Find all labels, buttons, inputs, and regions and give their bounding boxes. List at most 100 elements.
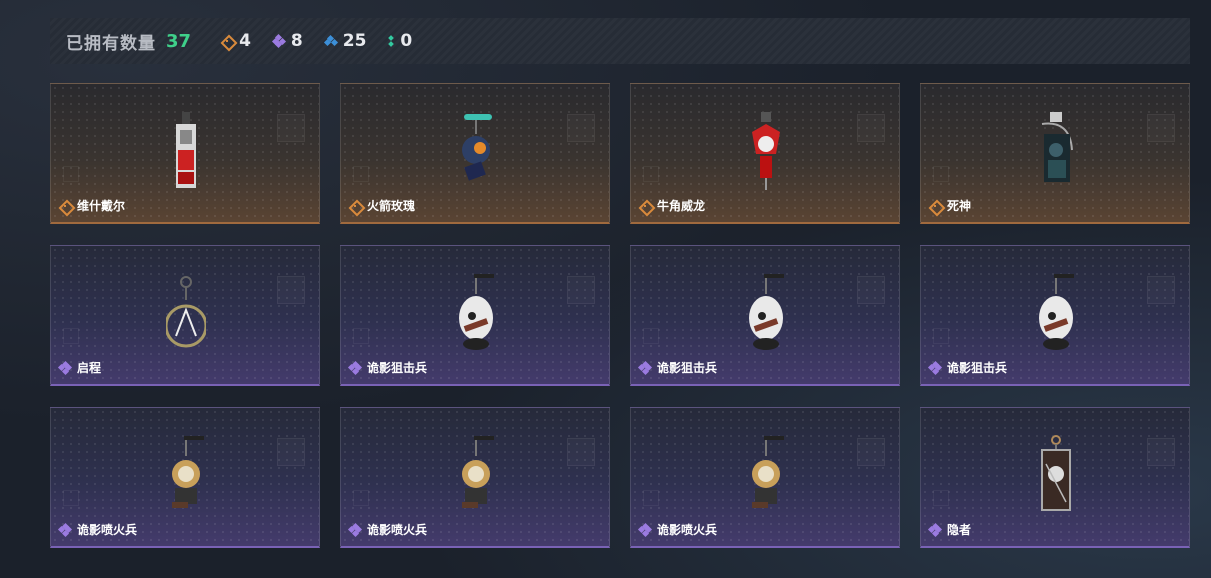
pendant-card[interactable]: 死神 (920, 83, 1190, 224)
purple-rarity-icon (927, 522, 943, 537)
hermit-card-pendant-icon (1036, 434, 1076, 518)
rarity-stat-blue: 25 (323, 31, 367, 51)
reaper-pendant-icon (1036, 110, 1076, 194)
decorative-square (353, 490, 369, 506)
pendant-name: 诡影狙击兵 (657, 361, 718, 375)
decorative-square (643, 166, 659, 182)
card-label: 诡影喷火兵 (347, 521, 428, 538)
pendant-name: 死神 (947, 199, 972, 213)
decorative-square (277, 114, 305, 142)
decorative-square (63, 166, 79, 182)
decorative-square (857, 276, 885, 304)
shadow-sniper-pendant-icon (456, 272, 496, 356)
pendant-card[interactable]: 火箭玫瑰 (340, 83, 610, 224)
decorative-square (353, 328, 369, 344)
purple-rarity-icon (347, 360, 363, 375)
pendant-name: 诡影狙击兵 (367, 361, 428, 375)
card-label: 维什戴尔 (59, 197, 125, 214)
decorative-square (353, 166, 369, 182)
card-label: 诡影狙击兵 (347, 359, 428, 376)
shadow-flamethrower-pendant-icon (166, 434, 206, 518)
decorative-square (63, 490, 79, 506)
decorative-square (1147, 438, 1175, 466)
purple-rarity-icon (271, 33, 286, 49)
collection-summary-bar: 已拥有数量 37 4 8 25 0 (50, 18, 1190, 64)
decorative-square (277, 438, 305, 466)
decorative-square (857, 438, 885, 466)
purple-rarity-icon (57, 522, 73, 537)
purple-rarity-icon (927, 360, 943, 375)
decorative-square (567, 114, 595, 142)
pendant-card[interactable]: 诡影喷火兵 (340, 407, 610, 548)
ring-pendant-icon (164, 272, 208, 356)
green-count: 0 (400, 31, 413, 51)
rarity-stat-gold: 4 (221, 31, 251, 51)
pendant-card[interactable]: 维什戴尔 (50, 83, 320, 224)
rocket-rose-pendant-icon (456, 110, 496, 194)
decorative-square (933, 490, 949, 506)
decorative-square (857, 114, 885, 142)
pendant-name: 诡影喷火兵 (77, 523, 138, 537)
card-label: 启程 (57, 359, 102, 376)
decorative-square (1147, 276, 1175, 304)
decorative-square (643, 328, 659, 344)
green-rarity-icon (388, 35, 395, 47)
decorative-square (933, 328, 949, 344)
gold-rarity-icon (59, 200, 71, 212)
card-label: 诡影狙击兵 (927, 359, 1008, 376)
blue-count: 25 (342, 31, 367, 51)
shadow-sniper-pendant-icon (746, 272, 786, 356)
shadow-flamethrower-pendant-icon (456, 434, 496, 518)
decorative-square (567, 438, 595, 466)
pendant-card[interactable]: 隐者 (920, 407, 1190, 548)
gold-rarity-icon (349, 200, 361, 212)
gold-rarity-icon (221, 35, 233, 47)
pendant-card[interactable]: 诡影狙击兵 (920, 245, 1190, 386)
card-label: 火箭玫瑰 (349, 197, 415, 214)
rarity-stat-purple: 8 (271, 31, 303, 51)
card-label: 死神 (929, 197, 971, 214)
shadow-flamethrower-pendant-icon (746, 434, 786, 518)
decorative-square (643, 490, 659, 506)
gold-count: 4 (239, 31, 251, 51)
pendant-card[interactable]: 诡影狙击兵 (340, 245, 610, 386)
decorative-square (277, 276, 305, 304)
decorative-square (63, 328, 79, 344)
purple-rarity-icon (637, 522, 653, 537)
decorative-square (567, 276, 595, 304)
card-label: 诡影喷火兵 (637, 521, 718, 538)
owned-label: 已拥有数量 (66, 33, 156, 54)
purple-rarity-icon (637, 360, 653, 375)
owned-count: 37 (166, 30, 192, 52)
gold-rarity-icon (929, 200, 941, 212)
pendant-card[interactable]: 诡影喷火兵 (50, 407, 320, 548)
gold-rarity-icon (639, 200, 651, 212)
pendant-name: 隐者 (947, 523, 972, 537)
pendant-card[interactable]: 诡影喷火兵 (630, 407, 900, 548)
pendant-name: 诡影狙击兵 (947, 361, 1008, 375)
pendant-name: 诡影喷火兵 (367, 523, 428, 537)
pendant-card[interactable]: 诡影狙击兵 (630, 245, 900, 386)
purple-rarity-icon (57, 360, 73, 375)
purple-count: 8 (290, 31, 303, 51)
shadow-sniper-pendant-icon (1036, 272, 1076, 356)
pendant-grid: 维什戴尔 火箭玫瑰 牛角威龙 死神启程 诡影狙击兵 诡影狙击兵 诡影狙击兵诡影喷火兵 诡影喷火… (50, 83, 1190, 548)
card-label: 诡影狙击兵 (637, 359, 718, 376)
pendant-name: 启程 (77, 361, 102, 375)
pendant-card[interactable]: 启程 (50, 245, 320, 386)
horned-dragon-pendant-icon (746, 110, 786, 194)
decorative-square (933, 166, 949, 182)
card-label: 隐者 (927, 521, 972, 538)
card-label: 牛角威龙 (639, 197, 705, 214)
pendant-name: 火箭玫瑰 (367, 199, 416, 213)
purple-rarity-icon (347, 522, 363, 537)
pendant-name: 维什戴尔 (77, 199, 126, 213)
decorative-square (1147, 114, 1175, 142)
pendant-name: 牛角威龙 (657, 199, 706, 213)
pendant-name: 诡影喷火兵 (657, 523, 718, 537)
vishdel-pendant-icon (166, 110, 206, 194)
card-label: 诡影喷火兵 (57, 521, 138, 538)
blue-rarity-icon (323, 34, 338, 47)
rarity-stat-green: 0 (388, 31, 412, 51)
pendant-card[interactable]: 牛角威龙 (630, 83, 900, 224)
